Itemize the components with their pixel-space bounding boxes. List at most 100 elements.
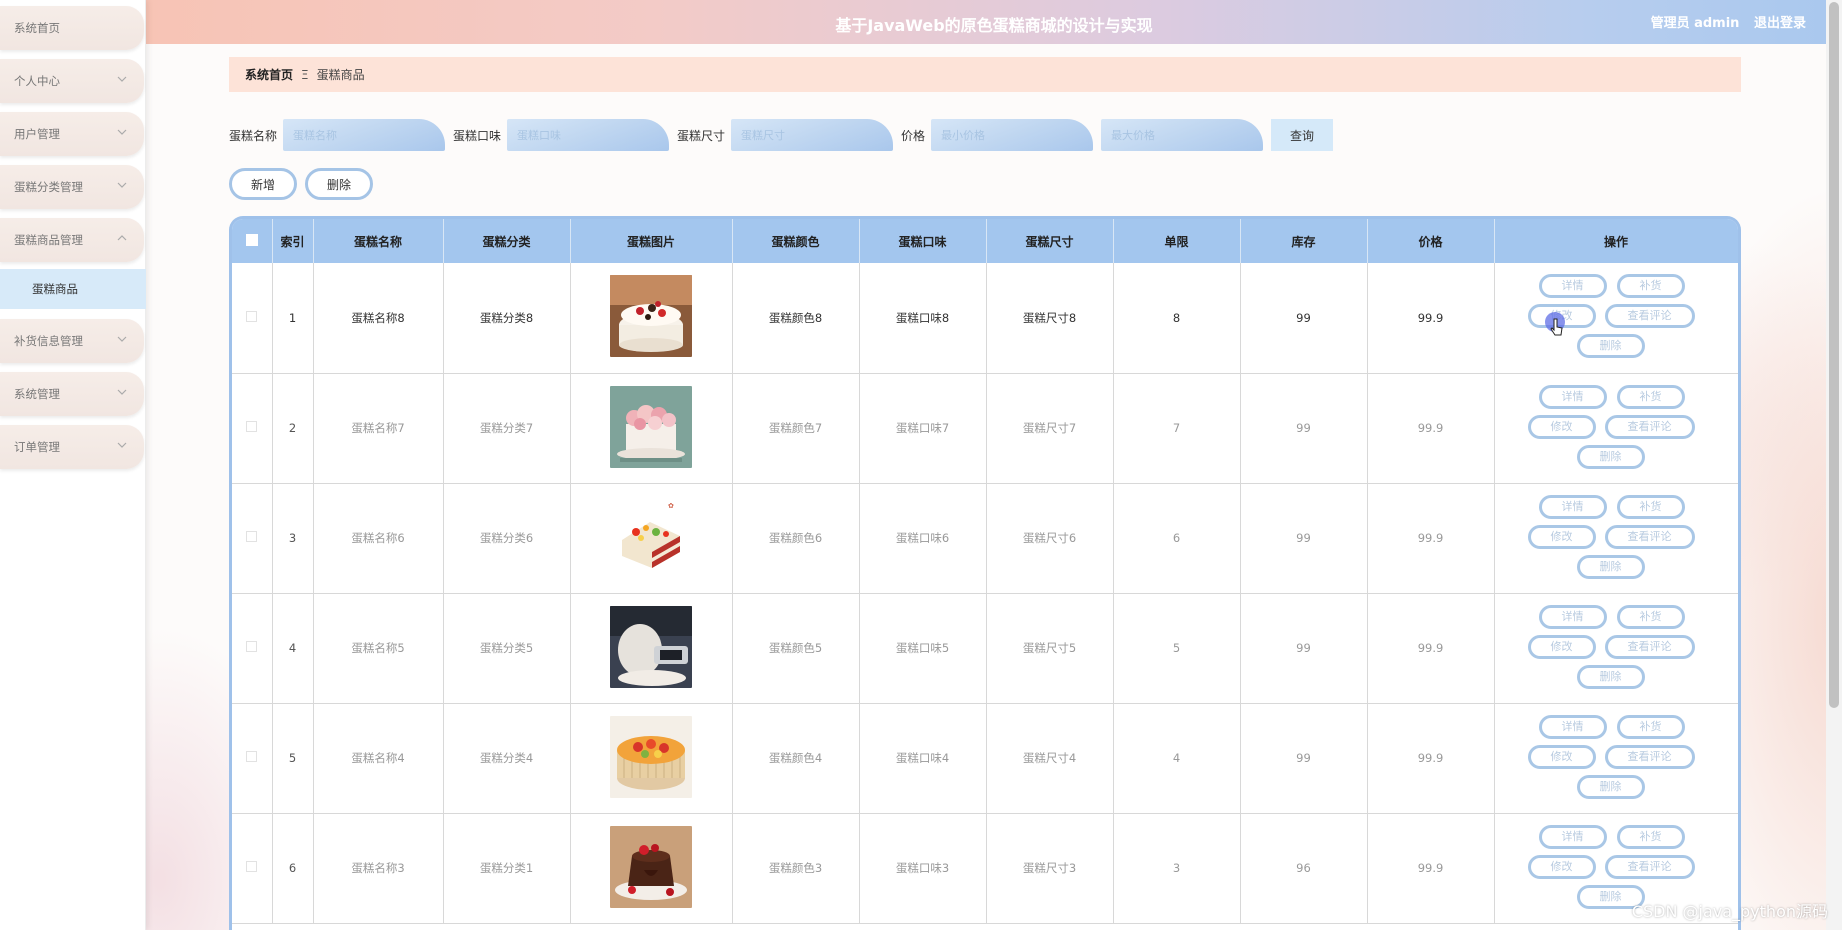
sidebar-item-orders[interactable]: 订单管理: [0, 425, 144, 469]
column-header[interactable]: 蛋糕图片: [570, 219, 733, 263]
sidebar-subitem-cake-products[interactable]: 蛋糕商品: [0, 269, 146, 309]
batch-delete-button[interactable]: 删除: [305, 168, 373, 200]
delete-button[interactable]: 删除: [1576, 444, 1645, 469]
cake-size-input[interactable]: [731, 119, 894, 151]
max-price-input[interactable]: [1101, 119, 1264, 151]
cell-cake-size: 蛋糕尺寸3: [986, 813, 1114, 924]
cell-limit: 8: [1113, 263, 1241, 374]
row-checkbox[interactable]: [246, 421, 258, 432]
column-header[interactable]: 蛋糕口味: [859, 219, 987, 263]
cake-thumbnail[interactable]: [610, 825, 692, 911]
sidebar-item-users[interactable]: 用户管理: [0, 112, 144, 156]
sidebar-item-cake-category[interactable]: 蛋糕分类管理: [0, 165, 144, 209]
add-button[interactable]: 新增: [229, 168, 297, 200]
cake-thumbnail[interactable]: ✿: [610, 495, 692, 581]
cell-stock: 99: [1240, 703, 1368, 814]
detail-button[interactable]: 详情: [1538, 494, 1607, 519]
min-price-input[interactable]: [931, 119, 1094, 151]
cell-index: 3: [272, 483, 314, 594]
scrollbar-track[interactable]: [1826, 0, 1842, 930]
edit-button[interactable]: 修改: [1527, 854, 1596, 879]
sidebar-item-cake-products[interactable]: 蛋糕商品管理: [0, 218, 144, 262]
column-header[interactable]: 索引: [272, 219, 314, 263]
sidebar-item-profile[interactable]: 个人中心: [0, 59, 144, 103]
cake-thumbnail[interactable]: [610, 275, 692, 360]
restock-button[interactable]: 补货: [1616, 494, 1685, 519]
table-row: 6 蛋糕名称3 蛋糕分类1 蛋糕颜色3 蛋糕口味3 蛋糕尺寸3 3 96 99.9 详情 补货 修改查…: [232, 813, 1738, 924]
sidebar-item-system[interactable]: 系统管理: [0, 372, 144, 416]
row-checkbox[interactable]: [246, 751, 258, 762]
column-header[interactable]: 单限: [1113, 219, 1241, 263]
restock-button[interactable]: 补货: [1616, 714, 1685, 739]
delete-button[interactable]: 删除: [1576, 664, 1645, 689]
user-area: 管理员 admin 退出登录: [1651, 12, 1806, 31]
detail-button[interactable]: 详情: [1538, 714, 1607, 739]
row-checkbox[interactable]: [246, 531, 258, 542]
edit-button[interactable]: 修改: [1527, 744, 1596, 769]
table-header-row: 索引 蛋糕名称 蛋糕分类 蛋糕图片 蛋糕颜色 蛋糕口味 蛋糕尺寸 单限 库存 价…: [232, 219, 1738, 263]
cell-cake-image: ✿: [570, 483, 733, 594]
cell-price: 99.9: [1367, 593, 1495, 704]
cell-cake-color: 蛋糕颜色4: [732, 703, 860, 814]
detail-button[interactable]: 详情: [1538, 384, 1607, 409]
cake-flavor-input[interactable]: [507, 119, 670, 151]
cell-cake-name: 蛋糕名称8: [313, 263, 444, 374]
cell-price: 99.9: [1367, 703, 1495, 814]
row-checkbox[interactable]: [246, 641, 258, 652]
row-checkbox[interactable]: [246, 861, 258, 872]
cell-index: 2: [272, 373, 314, 484]
operation-buttons: 详情补货修改查看评论删除: [1495, 374, 1738, 483]
column-header[interactable]: 蛋糕颜色: [732, 219, 860, 263]
cell-price: 99.9: [1367, 483, 1495, 594]
delete-button[interactable]: 删除: [1576, 774, 1645, 799]
restock-button[interactable]: 补货: [1616, 274, 1685, 298]
column-header[interactable]: 蛋糕分类: [443, 219, 571, 263]
cell-cake-color: 蛋糕颜色7: [732, 373, 860, 484]
column-header[interactable]: 蛋糕尺寸: [986, 219, 1114, 263]
current-user-label: 管理员 admin: [1650, 16, 1740, 31]
cell-limit: 3: [1113, 813, 1241, 924]
query-button[interactable]: 查询: [1271, 119, 1334, 151]
view-reviews-button[interactable]: 查看评论: [1604, 744, 1695, 769]
sidebar-item-label: 补货信息管理: [14, 334, 83, 348]
delete-button[interactable]: 删除: [1576, 334, 1645, 358]
edit-button[interactable]: 修改: [1527, 414, 1596, 439]
view-reviews-button[interactable]: 查看评论: [1604, 414, 1695, 439]
cell-operations: 详情补货修改查看评论删除: [1494, 593, 1738, 704]
detail-button[interactable]: 详情: [1538, 604, 1607, 629]
row-select-cell: [232, 703, 273, 814]
cake-thumbnail[interactable]: [610, 715, 692, 801]
sidebar-item-restock[interactable]: 补货信息管理: [0, 319, 144, 363]
column-header[interactable]: 蛋糕名称: [313, 219, 444, 263]
cake-thumbnail[interactable]: [610, 605, 692, 691]
row-select-cell: [232, 263, 273, 374]
restock-button[interactable]: 补货: [1616, 384, 1685, 409]
view-reviews-button[interactable]: 查看评论: [1604, 854, 1695, 879]
column-header[interactable]: 价格: [1367, 219, 1495, 263]
breadcrumb-home[interactable]: 系统首页: [245, 66, 293, 83]
cell-cake-flavor: 蛋糕口味4: [859, 703, 987, 814]
chevron-down-icon: [117, 336, 127, 342]
cell-cake-name: 蛋糕名称4: [313, 703, 444, 814]
detail-button[interactable]: 详情: [1538, 824, 1607, 849]
column-header[interactable]: 库存: [1240, 219, 1368, 263]
edit-button[interactable]: 修改: [1527, 524, 1596, 549]
sidebar-item-home[interactable]: 系统首页: [0, 6, 144, 50]
scrollbar-thumb[interactable]: [1829, 2, 1839, 708]
view-reviews-button[interactable]: 查看评论: [1604, 304, 1695, 328]
logout-link[interactable]: 退出登录: [1754, 16, 1806, 31]
detail-button[interactable]: 详情: [1538, 274, 1607, 298]
cake-thumbnail[interactable]: [610, 385, 692, 471]
top-header: 基于JavaWeb的原色蛋糕商城的设计与实现 管理员 admin 退出登录: [146, 0, 1842, 44]
view-reviews-button[interactable]: 查看评论: [1604, 634, 1695, 659]
delete-button[interactable]: 删除: [1576, 554, 1645, 579]
site-title: 基于JavaWeb的原色蛋糕商城的设计与实现: [835, 16, 1153, 35]
row-checkbox[interactable]: [246, 310, 258, 322]
restock-button[interactable]: 补货: [1616, 604, 1685, 629]
view-reviews-button[interactable]: 查看评论: [1604, 524, 1695, 549]
cell-operations: 详情补货修改查看评论删除: [1494, 703, 1738, 814]
cake-name-input[interactable]: [283, 119, 446, 151]
edit-button[interactable]: 修改: [1527, 634, 1596, 659]
restock-button[interactable]: 补货: [1616, 824, 1685, 849]
select-all-checkbox[interactable]: [245, 233, 258, 246]
